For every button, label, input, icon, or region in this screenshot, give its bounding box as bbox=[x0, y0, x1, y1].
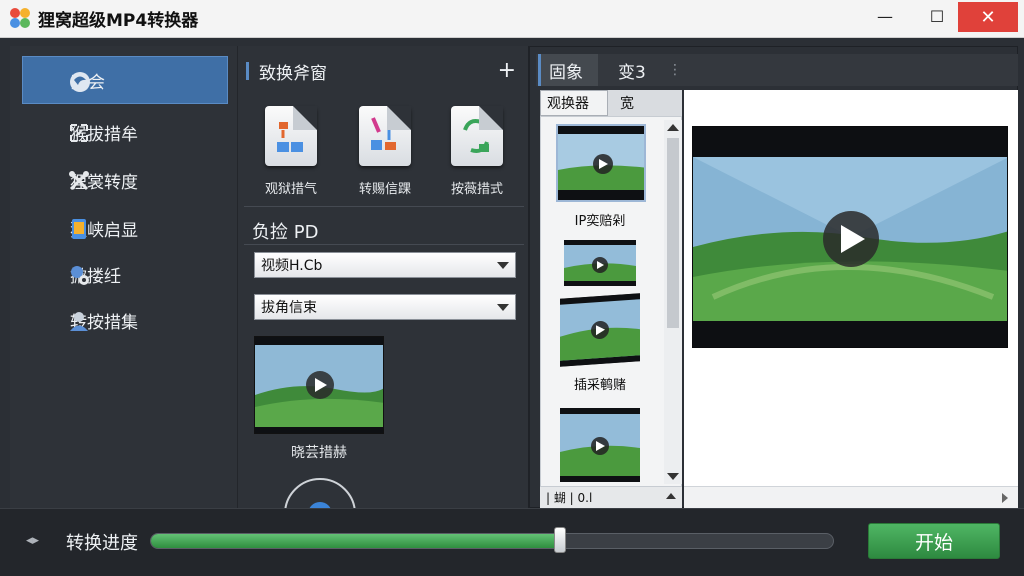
more-icon[interactable]: ⋮ bbox=[668, 54, 682, 86]
tool-label: 按薇措式 bbox=[450, 182, 503, 197]
sidebar-item-crop[interactable]: 猴拔措牟 bbox=[22, 108, 228, 156]
tab-3[interactable]: 变3 bbox=[618, 54, 646, 86]
panel-title: 致换斧窗 bbox=[259, 63, 327, 84]
panel-header: 致换斧窗 + bbox=[238, 56, 530, 86]
title-bar: 狸窝超级MP4转换器 — ☐ ✕ bbox=[0, 0, 1024, 38]
progress-track[interactable] bbox=[150, 533, 834, 549]
list-scrollbar[interactable] bbox=[664, 120, 682, 484]
close-button[interactable]: ✕ bbox=[958, 2, 1018, 32]
progress-label: 转换进度 bbox=[66, 533, 138, 554]
list-item[interactable] bbox=[564, 240, 636, 286]
chevron-down-icon[interactable] bbox=[497, 304, 509, 311]
list-item[interactable] bbox=[560, 408, 640, 482]
thumb-caption: IP奕赔剁 bbox=[574, 214, 626, 229]
device-icon bbox=[72, 219, 86, 239]
chevron-down-icon[interactable] bbox=[497, 262, 509, 269]
right-tabs: 固象 变3 ⋮ bbox=[536, 54, 1018, 86]
thumb-caption: 插采鹌赌 bbox=[573, 378, 626, 393]
sub-tabs: 观换器 宽 bbox=[540, 90, 682, 116]
nav-arrows-icon[interactable]: ◂▸ bbox=[26, 533, 39, 548]
scroll-thumb[interactable] bbox=[667, 138, 679, 328]
subtab-converter[interactable]: 观换器 bbox=[540, 90, 608, 116]
convert-doc-icon bbox=[265, 106, 317, 166]
user-icon bbox=[70, 312, 88, 331]
sidebar-item-user[interactable]: 转按措集 bbox=[22, 296, 228, 344]
list-footer: | 蝴 | 0.l bbox=[540, 486, 682, 508]
preview-label: 晓芸措赫 bbox=[291, 445, 347, 461]
tool-label: 转赐信踝 bbox=[358, 182, 411, 197]
tool-edit[interactable]: 转赐信踝 bbox=[344, 106, 426, 197]
format-doc-icon bbox=[451, 106, 503, 166]
scroll-down-icon[interactable] bbox=[667, 473, 679, 480]
app-title: 狸窝超级MP4转换器 bbox=[38, 11, 199, 31]
crop-icon bbox=[70, 124, 88, 142]
edit-doc-icon bbox=[359, 106, 411, 166]
tool-format[interactable]: 按薇措式 bbox=[436, 106, 518, 197]
sidebar-item-tools[interactable]: 狸裳转度 bbox=[22, 156, 228, 204]
swirl-icon bbox=[70, 72, 90, 92]
scroll-up-icon[interactable] bbox=[667, 124, 679, 131]
format-select[interactable]: 视频H.Cb bbox=[254, 252, 516, 278]
preview-thumbnail[interactable] bbox=[254, 336, 384, 434]
maximize-button[interactable]: ☐ bbox=[914, 0, 960, 32]
quality-select[interactable]: 拔角信束 bbox=[254, 294, 516, 320]
conversion-panel: 致换斧窗 + 观狱措气 转赐信踝 按薇措式 负捡 PD 视频H.Cb 拔角信束 … bbox=[238, 46, 530, 510]
output-section-title: 负捡 PD bbox=[252, 222, 319, 243]
chevron-up-icon[interactable] bbox=[666, 493, 676, 499]
add-button[interactable]: + bbox=[498, 58, 516, 83]
minimize-button[interactable]: — bbox=[862, 0, 908, 32]
app-logo-icon bbox=[10, 7, 32, 30]
viewer-scrollbar[interactable] bbox=[684, 486, 1018, 508]
list-item[interactable] bbox=[556, 124, 646, 202]
main-video-preview[interactable] bbox=[692, 126, 1008, 348]
bottom-bar: ◂▸ 转换进度 开始 bbox=[0, 508, 1024, 576]
sidebar-item-user-settings[interactable]: 掀搂纴 bbox=[22, 250, 228, 298]
sidebar-item-home[interactable]: 蓝会 bbox=[22, 56, 228, 104]
user-settings-icon bbox=[71, 266, 89, 285]
list-item[interactable] bbox=[560, 293, 640, 367]
subtab-width[interactable]: 宽 bbox=[620, 90, 634, 116]
start-button[interactable]: 开始 bbox=[868, 523, 1000, 559]
sidebar: 蓝会 猴拔措牟 狸裳转度 狸峡启显 掀搂纴 转按措集 bbox=[10, 46, 238, 508]
sidebar-item-device[interactable]: 狸峡启显 bbox=[22, 204, 228, 252]
progress-handle[interactable] bbox=[554, 527, 566, 553]
scroll-right-icon[interactable] bbox=[1002, 493, 1008, 503]
tool-label: 观狱措气 bbox=[264, 182, 317, 197]
tool-convert[interactable]: 观狱措气 bbox=[250, 106, 332, 197]
tools-icon bbox=[69, 171, 89, 191]
progress-fill bbox=[151, 534, 561, 548]
tab-image[interactable]: 固象 bbox=[538, 54, 598, 86]
